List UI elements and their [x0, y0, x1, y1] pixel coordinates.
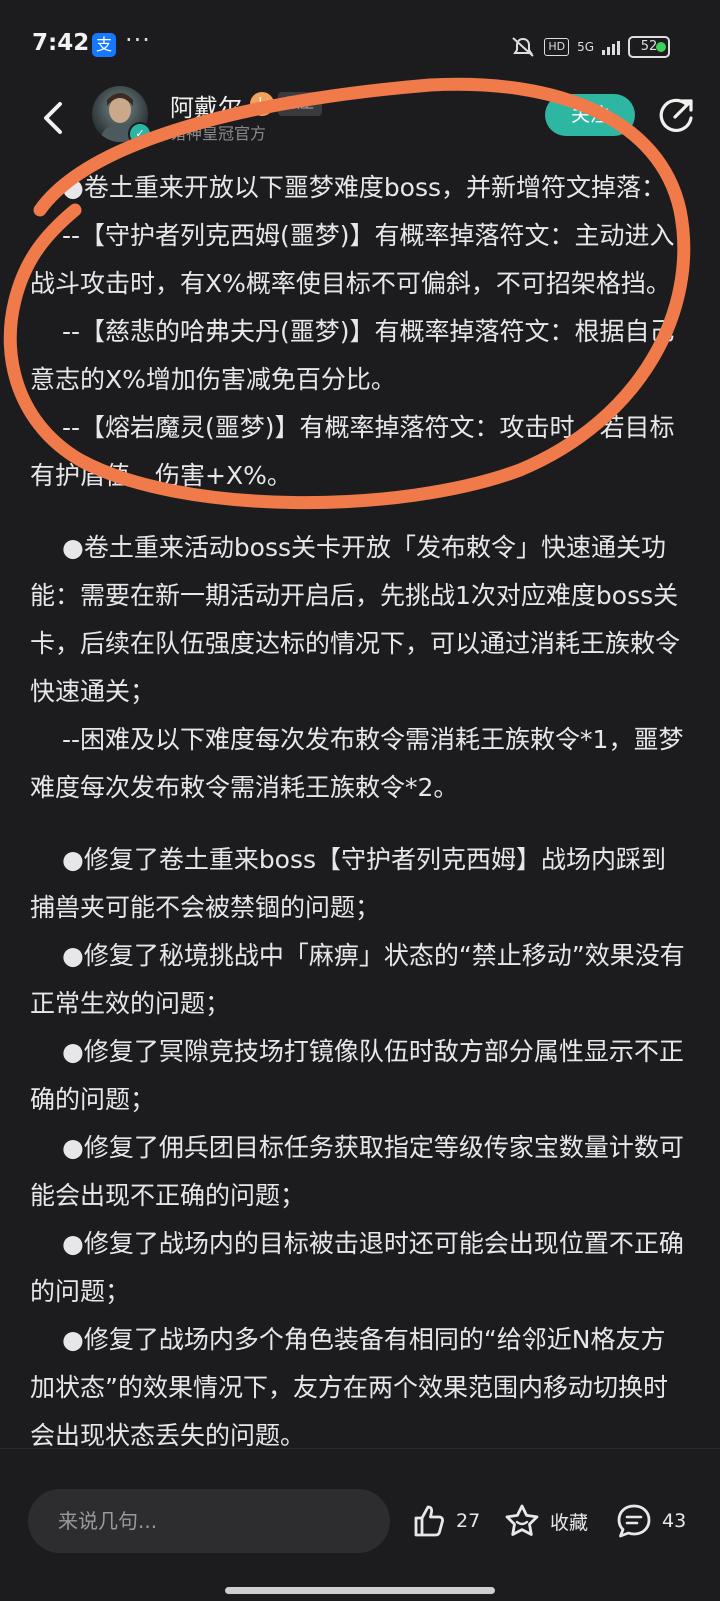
- paragraph: ●修复了冥隙竞技场打镜像队伍时敌方部分属性显示不正确的问题；: [30, 1037, 684, 1114]
- more-notifications-icon: ···: [125, 26, 151, 54]
- post-body: ●卷土重来开放以下噩梦难度boss，并新增符文掉落： --【守护者列克西姆(噩梦…: [30, 150, 690, 1450]
- comment-count: 43: [662, 1510, 687, 1532]
- network-label: 5G: [577, 40, 594, 54]
- author-subtitle: 诸神皇冠官方: [170, 124, 267, 143]
- paragraph: ●修复了秘境挑战中「麻痹」状态的“禁止移动”效果没有正常生效的问题；: [30, 941, 685, 1018]
- hd-icon: HD: [544, 38, 570, 56]
- paragraph: ●修复了战场内多个角色装备有相同的“给邻近N格友方加状态”的效果情况下，友方在两…: [30, 1325, 668, 1450]
- moderator-badge: 版主: [278, 92, 322, 116]
- paragraph: --【熔岩魔灵(噩梦)】有概率掉落符文：攻击时，若目标有护盾值，伤害+X%。: [30, 413, 675, 490]
- status-time: 7:42: [32, 30, 90, 56]
- alipay-icon: 支: [92, 33, 116, 57]
- back-arrow-icon[interactable]: [36, 98, 72, 138]
- share-icon[interactable]: [656, 96, 696, 136]
- status-indicators: HD 5G 52: [510, 34, 670, 60]
- paragraph: --困难及以下难度每次发布敕令需消耗王族敕令*1，噩梦难度每次发布敕令需消耗王族…: [30, 725, 684, 802]
- like-button[interactable]: 27: [408, 1499, 480, 1543]
- favorite-label: 收藏: [550, 1511, 589, 1534]
- home-indicator[interactable]: [225, 1587, 495, 1594]
- paragraph: --【慈悲的哈弗夫丹(噩梦)】有概率掉落符文：根据自己意志的X%增加伤害减免百分…: [30, 317, 675, 394]
- comment-input[interactable]: 来说几句...: [28, 1489, 390, 1553]
- follow-button[interactable]: 关注: [545, 94, 635, 136]
- post-header: ✓ 阿戴尔 L 版主 诸神皇冠官方 关注: [0, 76, 720, 160]
- star-icon: [505, 1504, 539, 1536]
- paragraph: ●修复了战场内的目标被击退时还可能会出现位置不正确的问题；: [30, 1229, 684, 1306]
- thumbs-up-icon: [414, 1505, 444, 1537]
- author-name[interactable]: 阿戴尔: [170, 88, 242, 123]
- privacy-indicator-dot: [656, 42, 666, 52]
- paragraph: ●卷土重来活动boss关卡开放「发布敕令」快速通关功能：需要在新一期活动开启后，…: [30, 533, 681, 706]
- comment-button[interactable]: 43: [614, 1499, 686, 1543]
- like-count: 27: [456, 1510, 481, 1532]
- verified-icon: ✓: [128, 122, 152, 146]
- paragraph: ●修复了佣兵团目标任务获取指定等级传家宝数量计数可能会出现不正确的问题；: [30, 1133, 684, 1210]
- favorite-button[interactable]: 收藏: [502, 1499, 588, 1543]
- paragraph: ●卷土重来开放以下噩梦难度boss，并新增符文掉落：: [62, 173, 667, 202]
- signal-icon: [602, 39, 620, 55]
- paragraph: ●修复了卷土重来boss【守护者列克西姆】战场内踩到捕兽夹可能不会被禁锢的问题；: [30, 845, 667, 922]
- level-badge: L: [250, 92, 274, 116]
- paragraph: --【守护者列克西姆(噩梦)】有概率掉落符文：主动进入战斗攻击时，有X%概率使目…: [30, 221, 675, 298]
- comment-bubble-icon: [617, 1504, 651, 1538]
- bottom-action-bar: 来说几句... 27 收藏 43: [0, 1448, 720, 1601]
- mute-icon: [512, 37, 534, 57]
